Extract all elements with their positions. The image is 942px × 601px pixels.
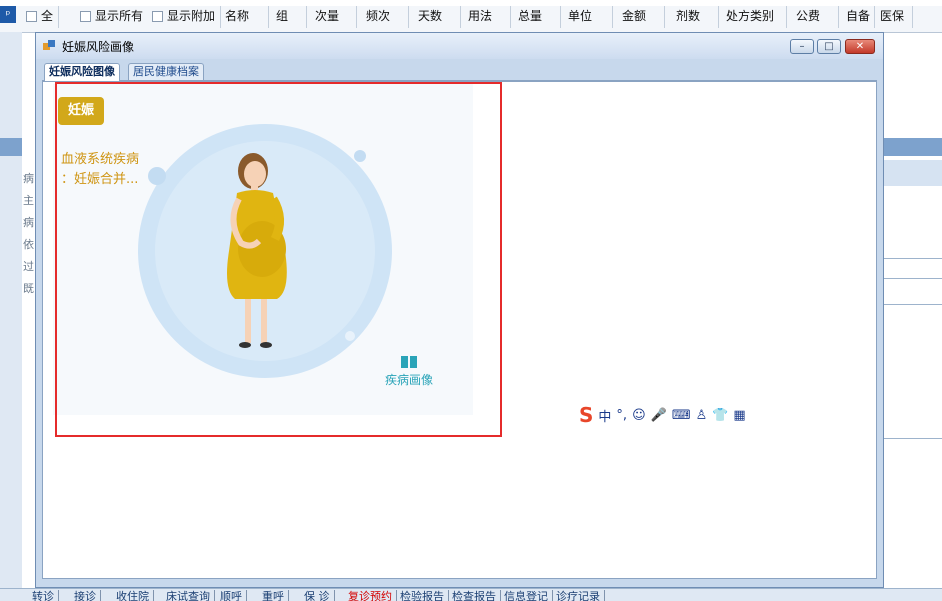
dialog-tab-strip: 妊娠风险图像 居民健康档案 <box>42 60 877 81</box>
background-left-band <box>0 138 22 156</box>
smile-icon[interactable]: ☺ <box>632 408 646 423</box>
select-all-column[interactable]: 全 <box>26 6 53 26</box>
tab-resident-health-record[interactable]: 居民健康档案 <box>128 63 204 80</box>
tab-query[interactable]: 床试查询 <box>162 590 215 601</box>
minimize-button[interactable]: – <box>790 39 814 54</box>
background-left-panel <box>0 32 22 600</box>
col-header-rx-category[interactable]: 处方类别 <box>726 6 774 26</box>
col-header-self[interactable]: 自备 <box>846 6 870 26</box>
col-header-dose[interactable]: 次量 <box>315 6 339 26</box>
sogou-logo[interactable]: S <box>579 403 593 427</box>
col-header-unit[interactable]: 单位 <box>568 6 592 26</box>
pregnant-woman-illustration <box>138 124 392 378</box>
tab-lab-report[interactable]: 检验报告 <box>396 590 449 601</box>
col-header-frequency[interactable]: 频次 <box>366 6 390 26</box>
col-header-public[interactable]: 公费 <box>796 6 820 26</box>
microphone-icon[interactable]: 🎤 <box>651 408 667 423</box>
grid-icon[interactable]: ▦ <box>733 408 745 423</box>
tab-admit[interactable]: 收住院 <box>112 590 154 601</box>
bottom-tab-bar: 转诊 接诊 收住院 床试查询 顺呼 重呼 保 诊 复诊预约 检验报告 检查报告 … <box>0 588 942 601</box>
dialog-title-bar[interactable]: 妊娠风险画像 – □ ✕ <box>36 33 883 59</box>
tab-records[interactable]: 诊疗记录 <box>552 590 605 601</box>
maximize-button[interactable]: □ <box>817 39 841 54</box>
col-header-days[interactable]: 天数 <box>418 6 442 26</box>
ime-toolbar[interactable]: S 中 °, ☺ 🎤 ⌨ ♙ 👕 ▦ <box>579 403 779 427</box>
tab-receive[interactable]: 接诊 <box>70 590 101 601</box>
show-extra-toggle[interactable]: 显示附加 <box>152 6 215 26</box>
app-icon <box>43 40 55 50</box>
shirt-icon[interactable]: 👕 <box>712 408 728 423</box>
book-icon <box>401 356 417 368</box>
tab-referral[interactable]: 转诊 <box>28 590 59 601</box>
show-all-checkbox[interactable] <box>80 11 91 22</box>
dialog-title: 妊娠风险画像 <box>62 40 135 54</box>
background-right-band <box>878 138 942 156</box>
col-header-insurance[interactable]: 医保 <box>880 6 904 26</box>
show-extra-checkbox[interactable] <box>152 11 163 22</box>
pregnancy-risk-card: 妊娠 血液系统疾病 ：妊娠合并... 疾病画像 <box>53 84 473 415</box>
disease-portrait-link[interactable]: 疾病画像 <box>379 355 439 388</box>
tab-revisit-booking[interactable]: 复诊预约 <box>344 590 397 601</box>
col-header-total[interactable]: 总量 <box>518 6 542 26</box>
dialog-content: 妊娠 血液系统疾病 ：妊娠合并... 疾病画像 S 中 °, ☺ 🎤 ⌨ ♙ 👕… <box>42 81 877 579</box>
tab-call-next[interactable]: 顺呼 <box>216 590 247 601</box>
pregnancy-risk-dialog: 妊娠风险画像 – □ ✕ 妊娠风险图像 居民健康档案 妊娠 血液系统疾病 ：妊娠… <box>35 32 884 588</box>
tab-info-register[interactable]: 信息登记 <box>500 590 553 601</box>
user-icon[interactable]: ♙ <box>696 408 708 423</box>
col-header-usage[interactable]: 用法 <box>468 6 492 26</box>
disease-portrait-label: 疾病画像 <box>384 373 433 387</box>
tab-hold[interactable]: 保 诊 <box>300 590 335 601</box>
col-header-name[interactable]: 名称 <box>225 6 249 26</box>
tab-exam-report[interactable]: 检查报告 <box>448 590 501 601</box>
ime-mode[interactable]: 中 <box>598 406 611 425</box>
pregnancy-badge: 妊娠 <box>58 97 104 125</box>
close-button[interactable]: ✕ <box>845 39 875 54</box>
background-right-strip <box>878 160 942 186</box>
keyboard-icon[interactable]: ⌨ <box>672 408 691 423</box>
tab-pregnancy-risk-image[interactable]: 妊娠风险图像 <box>44 63 120 81</box>
col-header-amount[interactable]: 金额 <box>622 6 646 26</box>
col-header-group[interactable]: 组 <box>276 6 288 26</box>
show-all-toggle[interactable]: 显示所有 <box>80 6 143 26</box>
pin-icon[interactable]: ᵖ <box>0 6 16 23</box>
col-header-doses[interactable]: 剂数 <box>676 6 700 26</box>
select-all-checkbox[interactable] <box>26 11 37 22</box>
ime-punctuation[interactable]: °, <box>616 408 627 423</box>
tab-recall[interactable]: 重呼 <box>258 590 289 601</box>
